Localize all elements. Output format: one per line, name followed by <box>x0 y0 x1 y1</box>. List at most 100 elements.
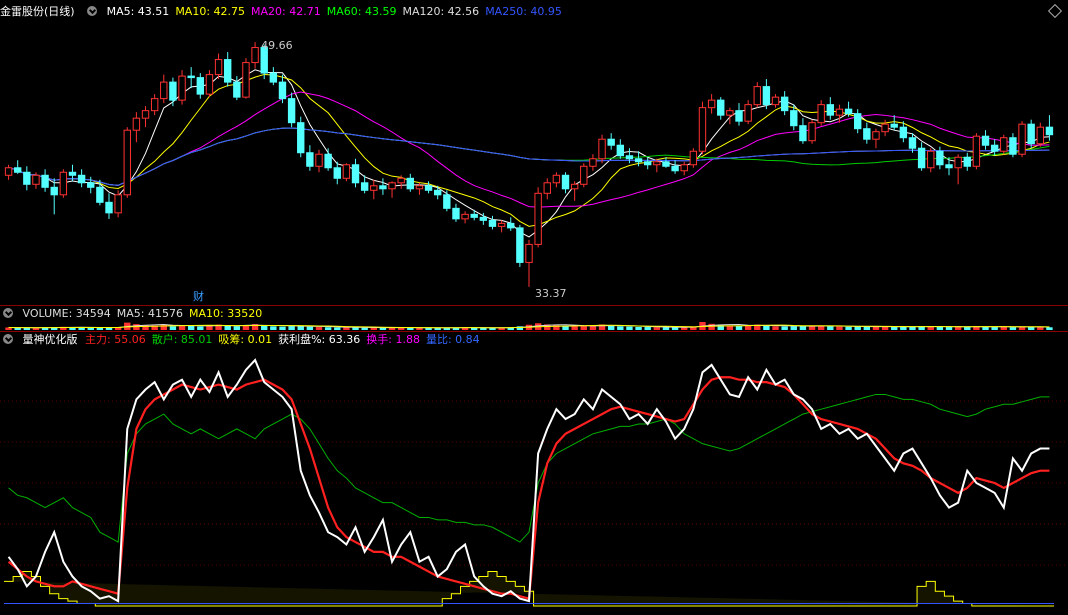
volume-bar <box>334 327 341 330</box>
candle-body <box>196 77 204 95</box>
volume-bar <box>1000 326 1007 330</box>
candle-body <box>808 122 816 142</box>
candle-body <box>625 155 634 160</box>
candle-body <box>59 171 68 196</box>
volume-bar <box>991 327 998 330</box>
candle-body <box>726 110 734 116</box>
candle-body <box>278 81 287 100</box>
candle-body <box>835 108 844 116</box>
low-price-label: 33.37 <box>535 287 567 300</box>
candle-body <box>1045 126 1054 136</box>
candle-body <box>178 75 186 101</box>
candle-body <box>205 74 214 95</box>
volume-bar <box>790 326 797 330</box>
candle-body <box>379 185 387 190</box>
volume-bar <box>827 326 834 330</box>
volume-bar <box>891 327 898 330</box>
candle-body <box>689 150 698 166</box>
candle-body <box>324 153 332 169</box>
volume-bar <box>425 327 432 330</box>
candle-body <box>397 177 405 184</box>
candle-body <box>406 177 415 190</box>
volume-bar <box>361 327 368 330</box>
candle-body <box>717 99 725 116</box>
volume-bar <box>562 326 569 330</box>
volume-bar <box>662 327 670 330</box>
volume-bar <box>197 326 204 330</box>
candle-body <box>698 107 707 152</box>
ma20-line <box>8 91 1050 208</box>
candle-body <box>534 192 542 245</box>
candle-body <box>826 104 835 116</box>
candle-body <box>580 165 588 185</box>
volume-bar <box>607 325 615 330</box>
candle-body <box>87 182 95 188</box>
candle-body <box>753 86 761 106</box>
candle-body <box>671 165 679 172</box>
candle-body <box>1027 123 1035 145</box>
candle-body <box>105 201 113 214</box>
candle-body <box>954 156 962 169</box>
candle-body <box>150 98 159 112</box>
candle-body <box>123 129 131 196</box>
candle-body <box>461 213 469 220</box>
high-price-label: 49.66 <box>261 39 293 52</box>
candle-body <box>972 135 981 167</box>
volume-bar <box>87 327 94 330</box>
volume-bar <box>653 327 661 330</box>
volume-bar <box>881 326 889 330</box>
volume-bar <box>744 325 752 330</box>
volume-bar <box>580 325 587 330</box>
candle-body <box>653 161 661 166</box>
candle-body <box>680 164 688 172</box>
volume-bar <box>279 326 286 330</box>
candle-body <box>50 186 58 196</box>
candle-body <box>634 158 643 163</box>
candle-body <box>333 167 341 179</box>
volume-bar <box>872 326 880 330</box>
candle-body <box>908 137 917 149</box>
candle-body <box>187 75 195 79</box>
candle-body <box>470 213 478 218</box>
candle-body <box>507 222 515 229</box>
candle-body <box>297 122 305 154</box>
candle-body <box>434 189 442 196</box>
volume-bar <box>836 326 843 330</box>
candle-body <box>114 194 122 214</box>
candle-body <box>561 174 570 190</box>
candle-body <box>735 110 743 122</box>
candle-body <box>169 81 177 101</box>
candle-body <box>799 125 807 142</box>
candle-body <box>844 108 853 115</box>
candle-body <box>224 59 232 83</box>
volume-bar <box>781 326 788 330</box>
candle-body <box>443 194 451 209</box>
volume-bar <box>288 326 295 330</box>
volume-bar <box>644 327 651 330</box>
volume-bar <box>187 325 195 330</box>
candle-body <box>981 135 990 146</box>
candle-body <box>790 110 798 127</box>
candle-body <box>242 62 250 98</box>
candle-body <box>516 227 524 263</box>
candle-body <box>306 152 314 167</box>
volume-bar <box>224 325 231 330</box>
volume-bar <box>626 326 633 330</box>
candle-body <box>68 171 77 176</box>
candle-body <box>360 182 369 191</box>
volume-bar <box>854 326 861 330</box>
candle-body <box>927 150 935 169</box>
volume-bar <box>708 323 715 330</box>
volume-bar <box>900 326 907 330</box>
candle-body <box>589 158 597 167</box>
candle-body <box>917 147 926 169</box>
ma120-line <box>8 127 1050 186</box>
candle-body <box>570 183 579 190</box>
candle-body <box>872 131 880 140</box>
candle-body <box>644 161 652 166</box>
volume-bar <box>945 327 953 330</box>
volume-bar <box>306 326 314 330</box>
volume-bar <box>78 327 85 330</box>
volume-bar <box>32 327 40 330</box>
candle-body <box>342 164 351 179</box>
